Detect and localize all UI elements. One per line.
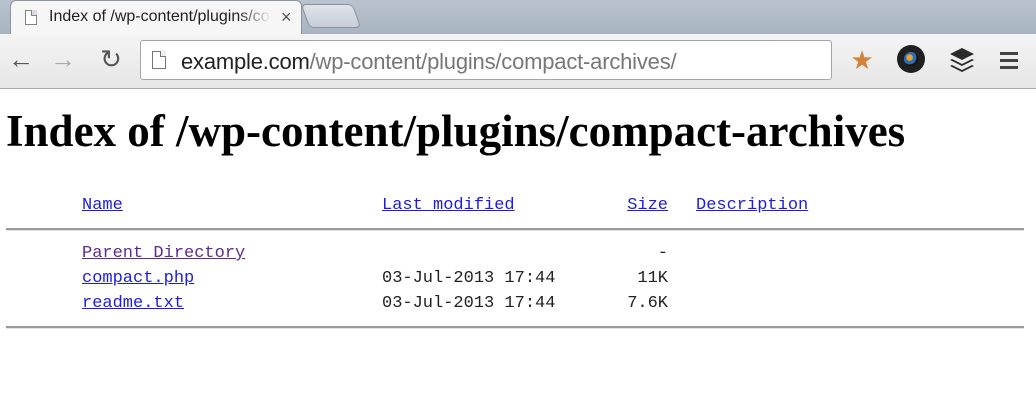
- back-button[interactable]: ←: [6, 44, 36, 74]
- url-path: /wp-content/plugins/compact-archives/: [309, 49, 677, 74]
- tab-title: Index of /wp-content/plugins/compact-arc…: [49, 8, 271, 25]
- browser-tab[interactable]: Index of /wp-content/plugins/compact-arc…: [10, 0, 302, 34]
- url-host: example.com: [181, 49, 310, 74]
- layers-extension-icon[interactable]: [946, 44, 978, 76]
- menu-icon[interactable]: [994, 44, 1026, 76]
- column-header-name[interactable]: Name: [82, 196, 123, 215]
- page-icon: [152, 51, 166, 69]
- new-tab-button[interactable]: [300, 4, 362, 28]
- page-icon: [25, 10, 37, 25]
- row-modified: 03-Jul-2013 17:44: [382, 269, 556, 288]
- column-header-size[interactable]: Size: [612, 196, 668, 215]
- forward-button[interactable]: →: [48, 44, 78, 74]
- row-modified: 03-Jul-2013 17:44: [382, 294, 556, 313]
- file-link-readme-txt[interactable]: readme.txt: [82, 294, 184, 313]
- row-size: 11K: [637, 269, 668, 288]
- camera-extension-icon[interactable]: [896, 44, 928, 76]
- tab-strip: Index of /wp-content/plugins/compact-arc…: [0, 0, 1036, 34]
- footer-divider: [6, 326, 1024, 329]
- url-text[interactable]: example.com/wp-content/plugins/compact-a…: [181, 49, 677, 75]
- row-size: -: [657, 244, 668, 263]
- column-header-description[interactable]: Description: [696, 196, 808, 215]
- reload-button[interactable]: ↻: [96, 44, 126, 74]
- page-title: Index of /wp-content/plugins/compact-arc…: [6, 106, 906, 156]
- browser-toolbar: ← → ↻ example.com/wp-content/plugins/com…: [0, 34, 1036, 89]
- address-bar[interactable]: example.com/wp-content/plugins/compact-a…: [140, 40, 832, 80]
- column-header-last-modified[interactable]: Last modified: [382, 196, 515, 215]
- row-size: 7.6K: [627, 294, 668, 313]
- header-divider: [6, 228, 1024, 231]
- file-link-compact-php[interactable]: compact.php: [82, 269, 194, 288]
- star-extension-icon[interactable]: ★: [846, 44, 878, 76]
- close-tab-icon[interactable]: ×: [281, 6, 292, 28]
- parent-directory-link[interactable]: Parent Directory: [82, 244, 245, 263]
